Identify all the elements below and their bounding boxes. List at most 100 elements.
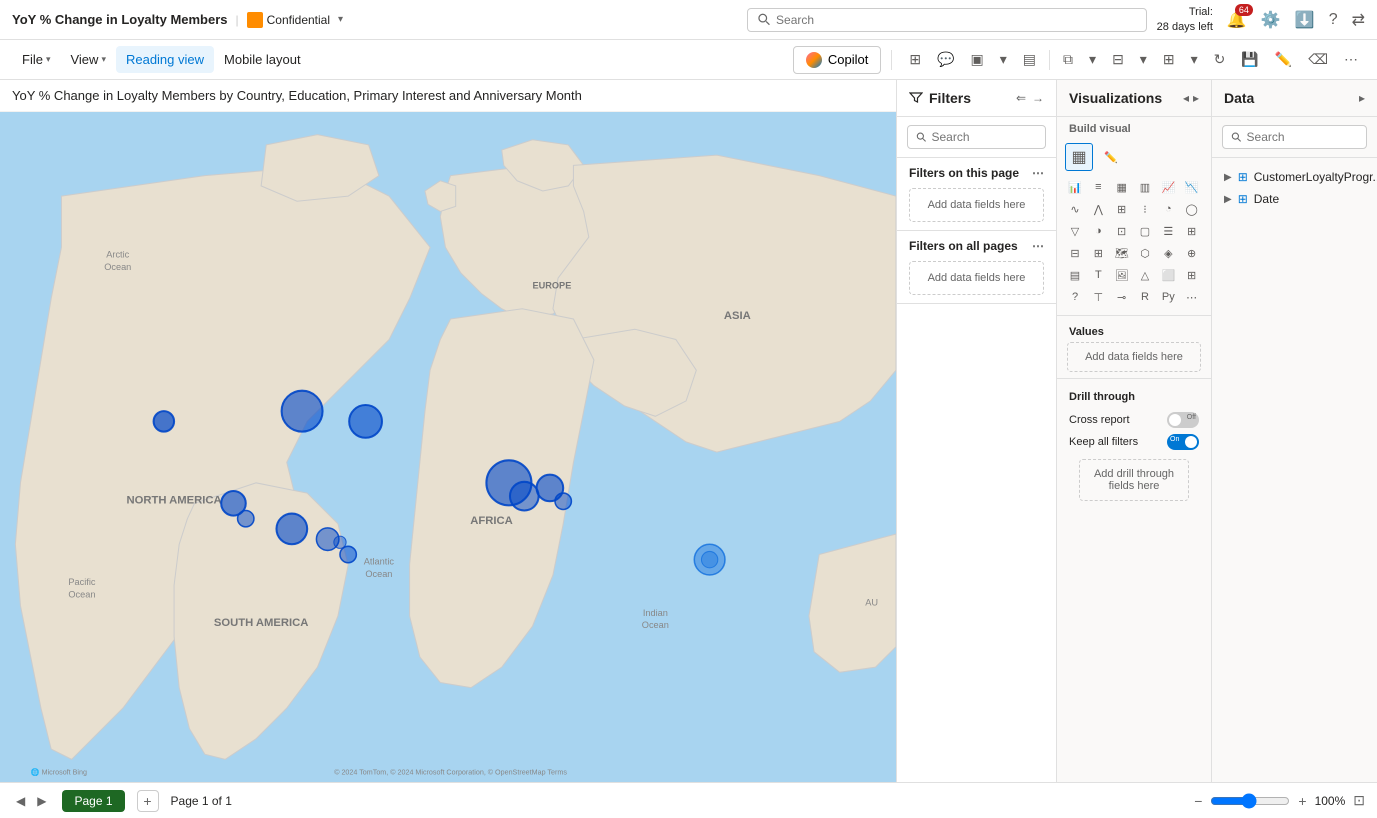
filter-search-box[interactable] [907,125,1046,149]
visual-dropdown-icon[interactable]: ▾ [1133,46,1154,73]
reading-pane-icon[interactable]: ▤ [1016,46,1043,73]
next-page-button[interactable]: ▶ [33,792,50,810]
filled-map-icon[interactable]: ⬡ [1135,243,1155,263]
area-chart-icon[interactable]: ∿ [1065,199,1085,219]
text-box-icon[interactable]: ▣ [964,46,991,73]
add-page-button[interactable]: + [137,790,159,812]
keep-filters-toggle[interactable]: On [1167,434,1199,450]
notification-button[interactable]: 🔔 64 [1227,10,1247,30]
zoom-minus-button[interactable]: − [1194,793,1202,809]
data-tree-item-1[interactable]: ▶ ⊞ Date [1212,188,1377,210]
data-expand-icon[interactable]: ▸ [1359,91,1365,105]
build-visual-top-icons: ▦ ✏️ [1057,141,1211,173]
shapes-icon[interactable]: △ [1135,265,1155,285]
waterfall-icon[interactable]: ⊞ [1112,199,1132,219]
pie-icon[interactable]: ◔ [1158,199,1178,219]
visual2-dropdown-icon[interactable]: ▾ [1184,46,1205,73]
data-tree-item-0[interactable]: ▶ ⊞ CustomerLoyaltyProgr... [1212,166,1377,188]
search-input[interactable] [776,13,1136,27]
table-icon[interactable]: ⊞ [1182,221,1202,241]
save-icon[interactable]: 💾 [1234,46,1265,73]
scatter-icon[interactable]: ⁝ [1135,199,1155,219]
funnel-icon[interactable]: ▽ [1065,221,1085,241]
stacked-bar2-icon[interactable]: ▥ [1135,177,1155,197]
table-icon-0: ⊞ [1238,170,1248,184]
filter-add-page-box[interactable]: Add data fields here [909,188,1044,222]
map-icon[interactable]: 🗺 [1112,243,1132,263]
copy-icon[interactable]: ⧉ [1056,46,1080,73]
slicer-icon[interactable]: ▤ [1065,265,1085,285]
key-influencers-icon[interactable]: ⊸ [1112,287,1132,307]
pencil-icon[interactable]: ✏️ [1268,46,1299,73]
share-button[interactable]: ⇄ [1352,10,1365,30]
mobile-layout-button[interactable]: Mobile layout [214,46,311,73]
viz-more-icon[interactable]: ▸ [1193,91,1199,105]
stacked-bar-icon[interactable]: ▦ [1112,177,1132,197]
filters-more-icon[interactable]: → [1032,91,1044,105]
map-container[interactable]: NORTH AMERICA EUROPE ASIA AFRICA SOUTH A… [0,112,896,782]
viz-expand-icon[interactable]: ◂ [1183,91,1189,105]
line-chart-icon[interactable]: 📉 [1182,177,1202,197]
matrix-icon[interactable]: ⊟ [1065,243,1085,263]
gauge-icon[interactable]: ◑ [1088,221,1108,241]
download-button[interactable]: ⬇️ [1295,10,1315,30]
visual2-icon[interactable]: ⊞ [1156,46,1182,73]
card-icon[interactable]: ▢ [1135,221,1155,241]
top-search-bar[interactable] [747,8,1147,32]
drill-add-box[interactable]: Add drill through fields here [1079,459,1189,501]
more-visuals-icon[interactable]: ⋯ [1182,287,1202,307]
map-area: YoY % Change in Loyalty Members by Count… [0,80,897,782]
viz-add-data-box[interactable]: Add data fields here [1067,342,1201,372]
reading-view-button[interactable]: Reading view [116,46,214,73]
tree-expand-icon-0: ▶ [1224,172,1232,183]
fit-page-button[interactable]: ⊡ [1353,792,1365,809]
zoom-slider[interactable] [1210,793,1290,809]
treemap-icon[interactable]: ⊞ [1088,243,1108,263]
filter-add-all-box[interactable]: Add data fields here [909,261,1044,295]
kpi-icon[interactable]: ⊡ [1112,221,1132,241]
settings-button[interactable]: ⚙️ [1261,10,1281,30]
copy-dropdown-icon[interactable]: ▾ [1082,46,1103,73]
view-menu[interactable]: View ▾ [60,46,115,73]
data-search-box[interactable] [1222,125,1367,149]
multi-row-card-icon[interactable]: ☰ [1158,221,1178,241]
visual-icon[interactable]: ⊟ [1105,46,1131,73]
image-icon[interactable]: 🖼 [1112,265,1132,285]
decomp-tree-icon[interactable]: ⊤ [1088,287,1108,307]
ribbon-chart-icon[interactable]: ⋀ [1088,199,1108,219]
refresh-icon[interactable]: ↻ [1207,46,1233,73]
button-icon[interactable]: ⬜ [1158,265,1178,285]
data-search-input[interactable] [1247,130,1358,144]
text-dropdown-icon[interactable]: ▾ [993,46,1014,73]
donut-icon[interactable]: ◯ [1182,199,1202,219]
python-visual-icon[interactable]: Py [1158,287,1178,307]
filters-all-more-icon[interactable]: ⋯ [1032,239,1044,253]
filters-expand-icon[interactable]: ⇐ [1016,91,1026,105]
filter-search-input[interactable] [931,130,1037,144]
bar-chart-icon[interactable]: 📊 [1065,177,1085,197]
binoculars-icon[interactable]: ⊞ [902,46,928,73]
page-tab[interactable]: Page 1 [62,790,124,812]
cross-report-toggle[interactable]: Off [1167,412,1199,428]
eraser-icon[interactable]: ⌫ [1301,46,1335,73]
clustered-bar-icon[interactable]: ≡ [1088,177,1108,197]
qa-icon[interactable]: ? [1065,287,1085,307]
shape-map-icon[interactable]: ◈ [1158,243,1178,263]
zoom-plus-button[interactable]: + [1298,793,1306,809]
title-dropdown-icon[interactable]: ▾ [338,14,343,25]
azure-map-icon[interactable]: ⊕ [1182,243,1202,263]
filters-page-more-icon[interactable]: ⋯ [1032,166,1044,180]
column-chart-icon[interactable]: 📈 [1158,177,1178,197]
more-icon[interactable]: ⋯ [1337,46,1365,73]
svg-text:Ocean: Ocean [104,262,131,272]
file-menu[interactable]: File ▾ [12,46,60,73]
copilot-button[interactable]: Copilot [793,46,881,74]
table-visual-icon[interactable]: ▦ [1065,143,1093,171]
smart-narrative-icon[interactable]: ⊞ [1182,265,1202,285]
help-button[interactable]: ? [1329,11,1338,29]
prev-page-button[interactable]: ◀ [12,792,29,810]
r-visual-icon[interactable]: R [1135,287,1155,307]
text-box-viz-icon[interactable]: T [1088,265,1108,285]
comment-icon[interactable]: 💬 [930,46,961,73]
edit-visual-icon[interactable]: ✏️ [1097,143,1125,171]
